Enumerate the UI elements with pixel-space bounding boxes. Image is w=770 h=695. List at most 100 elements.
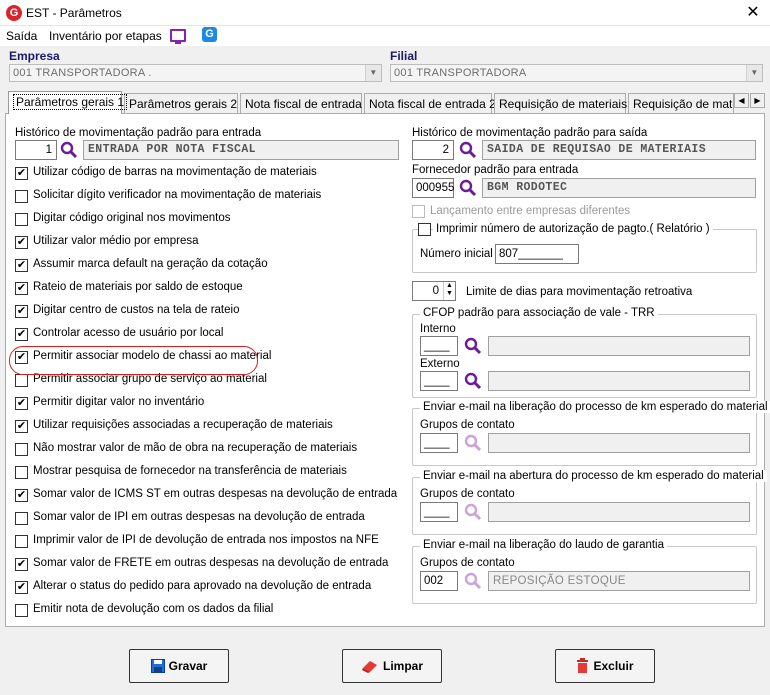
tab-scroll-right-icon[interactable]: ▶ xyxy=(750,93,765,108)
checkbox-label: Controlar acesso de usuário por local xyxy=(33,327,224,339)
checkbox-row[interactable]: ✔ Alterar o status do pedido para aprovad… xyxy=(15,580,400,596)
email1-code[interactable]: ____ xyxy=(420,433,458,453)
checkmark-icon[interactable]: ✔ xyxy=(15,236,28,249)
checkbox-row[interactable]: Imprimir valor de IPI de devolução de en… xyxy=(15,534,400,550)
tab-requisicao-materiais-2[interactable]: Requisição de materi xyxy=(628,93,734,113)
tab-label: Nota fiscal de entrada xyxy=(245,97,362,111)
checkbox-label: Somar valor de ICMS ST em outras despesa… xyxy=(33,488,398,500)
chevron-down-icon: ▼ xyxy=(365,65,381,81)
externo-code[interactable]: ____ xyxy=(420,371,458,391)
imprimir-checkbox[interactable] xyxy=(418,223,431,236)
checkbox-row[interactable]: ✔ Somar valor de ICMS ST em outras despes… xyxy=(15,488,400,504)
checkbox-row[interactable]: ✔ Assumir marca default na geração da cot… xyxy=(15,258,400,274)
filial-value: 001 TRANSPORTADORA xyxy=(394,67,527,79)
checkbox[interactable] xyxy=(15,213,28,226)
checkbox-row[interactable]: ✔ Controlar acesso de usuário por local xyxy=(15,327,400,343)
empresa-select[interactable]: 001 TRANSPORTADORA . ▼ xyxy=(9,64,382,82)
filial-label: Filial xyxy=(390,49,418,63)
checkmark-icon[interactable]: ✔ xyxy=(15,581,28,594)
checkbox-label: Somar valor de IPI em outras despesas na… xyxy=(33,511,365,523)
checkbox-row[interactable]: ✔ Rateio de materiais por saldo de estoqu… xyxy=(15,281,400,297)
search-icon[interactable] xyxy=(459,179,477,197)
checkbox-label: Utilizar requisições associadas a recupe… xyxy=(33,419,333,431)
tab-requisicao-materiais[interactable]: Requisição de materiais xyxy=(494,93,627,113)
checkbox[interactable] xyxy=(15,190,28,203)
checkbox-row[interactable]: Não mostrar valor de mão de obra na recu… xyxy=(15,442,400,458)
checkbox[interactable] xyxy=(15,443,28,456)
numero-inicial-input[interactable]: 807_______ xyxy=(495,244,579,264)
menu-inventario[interactable]: Inventário por etapas xyxy=(49,29,162,43)
checkmark-icon[interactable]: ✔ xyxy=(15,282,28,295)
checkbox-row[interactable]: Mostrar pesquisa de fornecedor na transf… xyxy=(15,465,400,481)
checkmark-icon[interactable]: ✔ xyxy=(15,397,28,410)
checkbox-row[interactable]: Digitar código original nos movimentos xyxy=(15,212,400,228)
checkmark-icon[interactable]: ✔ xyxy=(15,328,28,341)
filial-select[interactable]: 001 TRANSPORTADORA ▼ xyxy=(390,64,763,82)
app-logo-icon: G xyxy=(6,5,22,21)
limpar-button[interactable]: Limpar xyxy=(342,649,442,683)
tab-parametros-gerais-2[interactable]: Parâmetros gerais 2 xyxy=(124,93,238,113)
interno-code[interactable]: ____ xyxy=(420,336,458,356)
save-icon xyxy=(150,659,165,673)
checkbox-label: Digitar código original nos movimentos xyxy=(33,212,231,224)
email3-title: Enviar e-mail na liberação do laudo de g… xyxy=(420,539,668,551)
checkbox-row[interactable]: ✔ Digitar centro de custos na tela de rat… xyxy=(15,304,400,320)
monitor-icon[interactable] xyxy=(170,29,186,42)
search-icon[interactable] xyxy=(459,141,477,159)
gravar-label: Gravar xyxy=(168,659,208,673)
checkbox-row[interactable]: ✔ Permitir digitar valor no inventário xyxy=(15,396,400,412)
search-icon[interactable] xyxy=(464,503,482,521)
email2-code[interactable]: ____ xyxy=(420,502,458,522)
highlight-ellipse xyxy=(9,346,258,375)
email1-title: Enviar e-mail na liberação do processo d… xyxy=(420,401,770,413)
checkbox-row[interactable]: Permitir associar grupo de serviço ao ma… xyxy=(15,373,400,389)
checkmark-icon[interactable]: ✔ xyxy=(15,305,28,318)
checkbox[interactable] xyxy=(15,374,28,387)
menu-saida[interactable]: Saída xyxy=(6,29,37,43)
checkbox-row[interactable]: Somar valor de IPI em outras despesas na… xyxy=(15,511,400,527)
checkmark-icon[interactable]: ✔ xyxy=(15,420,28,433)
checkbox[interactable] xyxy=(15,512,28,525)
checkbox-row[interactable]: ✔ Utilizar requisições associadas a recup… xyxy=(15,419,400,435)
app-g-icon[interactable]: G xyxy=(202,27,217,42)
email3-code[interactable]: 002 xyxy=(420,571,458,591)
lancamento-label: Lançamento entre empresas diferentes xyxy=(430,205,631,217)
close-icon[interactable]: ✕ xyxy=(742,3,764,23)
hist-saida-code[interactable]: 2 xyxy=(412,140,454,160)
checkbox-row[interactable]: ✔ Utilizar código de barras na movimentaç… xyxy=(15,166,400,182)
tab-label: Nota fiscal de entrada 2 xyxy=(369,97,496,111)
search-icon[interactable] xyxy=(464,372,482,390)
hist-entrada-code[interactable]: 1 xyxy=(15,140,57,160)
checkbox[interactable] xyxy=(15,535,28,548)
checkmark-icon[interactable]: ✔ xyxy=(15,167,28,180)
checkbox-row[interactable]: ✔ Somar valor de FRETE em outras despesas… xyxy=(15,557,400,573)
chevron-down-icon: ▼ xyxy=(746,65,762,81)
checkbox-label: Solicitar dígito verificador na moviment… xyxy=(33,189,322,201)
numero-inicial-label: Número inicial xyxy=(420,248,493,260)
search-icon[interactable] xyxy=(60,141,78,159)
checkbox-row[interactable]: ✔ Utilizar valor médio por empresa xyxy=(15,235,400,251)
checkmark-icon[interactable]: ✔ xyxy=(15,558,28,571)
tab-nota-fiscal-entrada[interactable]: Nota fiscal de entrada xyxy=(240,93,362,113)
tab-nota-fiscal-entrada-2[interactable]: Nota fiscal de entrada 2 xyxy=(364,93,496,113)
checkbox[interactable] xyxy=(15,604,28,617)
email3-grupos-label: Grupos de contato xyxy=(420,557,515,569)
stepper-arrows-icon[interactable]: ▲ ▼ xyxy=(443,282,455,300)
checkmark-icon[interactable]: ✔ xyxy=(15,259,28,272)
limite-value: 0 xyxy=(432,285,439,297)
checkbox-row[interactable]: Solicitar dígito verificador na moviment… xyxy=(15,189,400,205)
fornecedor-code[interactable]: 000955 xyxy=(412,178,454,198)
search-icon[interactable] xyxy=(464,337,482,355)
search-icon[interactable] xyxy=(464,572,482,590)
excluir-button[interactable]: Excluir xyxy=(555,649,655,683)
checkbox-label: Somar valor de FRETE em outras despesas … xyxy=(33,557,389,569)
checkbox-label: Imprimir valor de IPI de devolução de en… xyxy=(33,534,379,546)
tab-scroll-left-icon[interactable]: ◀ xyxy=(734,93,749,108)
tab-parametros-gerais-1[interactable]: Parâmetros gerais 1 xyxy=(8,91,128,114)
gravar-button[interactable]: Gravar xyxy=(129,649,229,683)
search-icon[interactable] xyxy=(464,434,482,452)
checkbox-row[interactable]: Emitir nota de devolução com os dados da… xyxy=(15,603,400,619)
checkmark-icon[interactable]: ✔ xyxy=(15,489,28,502)
checkbox[interactable] xyxy=(15,466,28,479)
hist-saida-label: Histórico de movimentação padrão para sa… xyxy=(412,127,648,139)
